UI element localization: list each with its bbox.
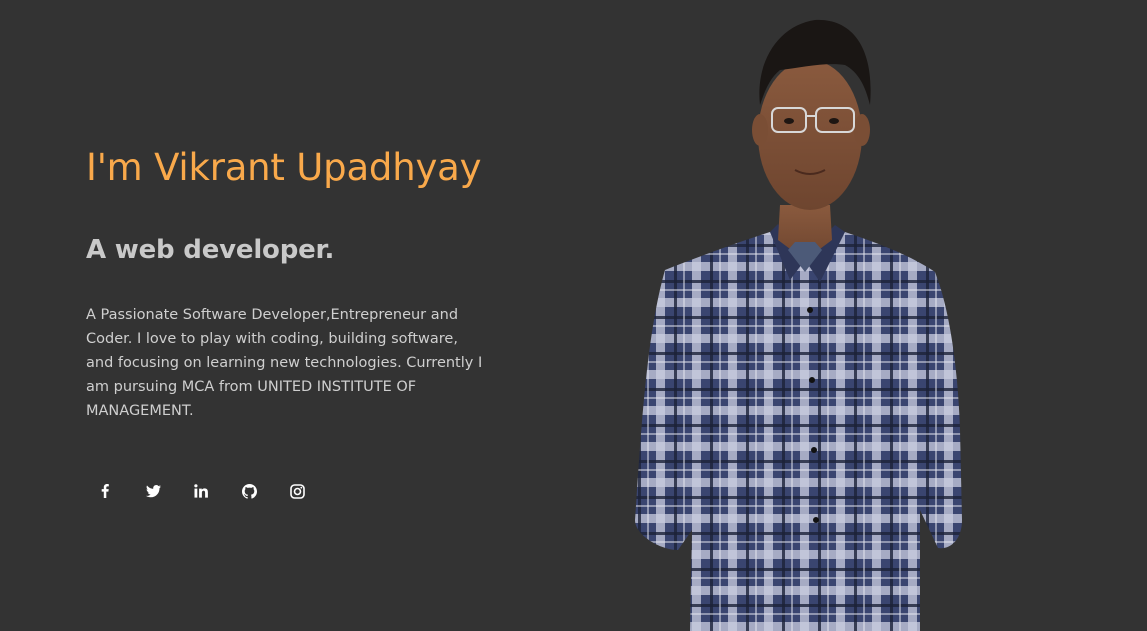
linkedin-link[interactable]	[182, 472, 220, 510]
intro-block: I'm Vikrant Upadhyay A web developer. A …	[86, 140, 506, 510]
hero-role: A web developer.	[86, 235, 335, 265]
profile-photo	[635, 19, 962, 631]
hero-name: I'm Vikrant Upadhyay	[86, 146, 482, 189]
hero-section: I'm Vikrant Upadhyay A web developer. A …	[0, 0, 1147, 631]
twitter-icon	[145, 484, 161, 497]
github-icon	[241, 483, 257, 499]
instagram-icon	[289, 483, 305, 499]
social-links	[86, 472, 506, 510]
hero-bio: A Passionate Software Developer,Entrepre…	[86, 307, 483, 419]
linkedin-icon	[194, 484, 208, 498]
facebook-link[interactable]	[86, 472, 124, 510]
instagram-link[interactable]	[278, 472, 316, 510]
github-link[interactable]	[230, 472, 268, 510]
facebook-icon	[101, 484, 109, 498]
twitter-link[interactable]	[134, 472, 172, 510]
